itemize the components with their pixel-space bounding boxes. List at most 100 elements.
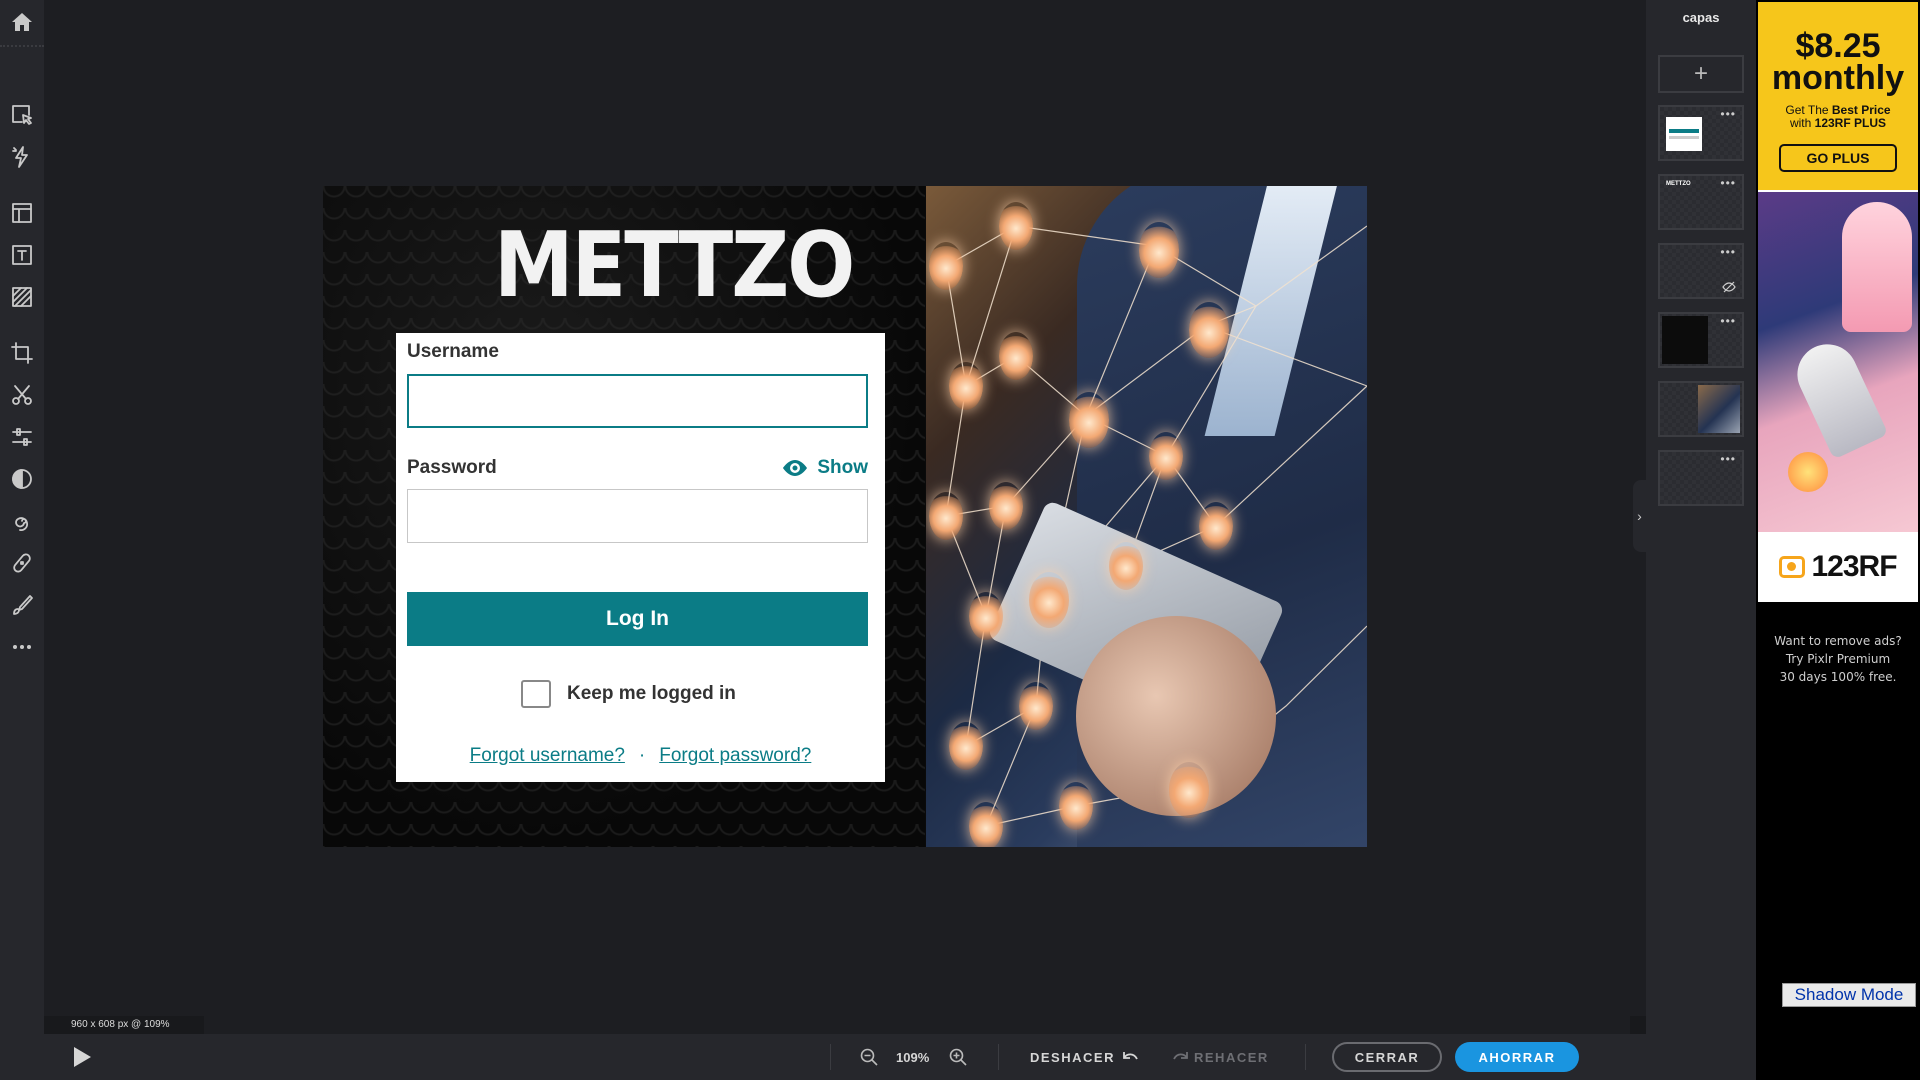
layer-thumb-logo[interactable]: METTZO ••• — [1658, 174, 1744, 230]
brush-tool-icon[interactable] — [6, 589, 38, 621]
adjust-sliders-icon[interactable] — [6, 421, 38, 453]
undo-button[interactable]: DESHACER — [1030, 1034, 1141, 1080]
forgot-username-link[interactable]: Forgot username? — [470, 745, 625, 767]
link-separator: · — [638, 745, 646, 766]
undo-label: DESHACER — [1030, 1049, 1115, 1065]
eye-icon — [783, 460, 808, 476]
keep-logged-in-label: Keep me logged in — [567, 683, 736, 704]
layout-tool-icon[interactable] — [6, 197, 38, 229]
layer-thumb-base[interactable]: ••• — [1658, 450, 1744, 506]
remove-ads-line-3: 30 days 100% free. — [1779, 670, 1897, 684]
save-button[interactable]: AHORRAR — [1455, 1042, 1579, 1072]
password-field[interactable] — [407, 489, 868, 543]
layer-menu-icon[interactable]: ••• — [1720, 108, 1736, 120]
network-node — [929, 492, 963, 540]
fill-pattern-icon[interactable] — [6, 281, 38, 313]
network-node — [1019, 682, 1053, 730]
123rf-logo-icon — [1779, 556, 1806, 578]
undo-arrow-icon — [1123, 1052, 1138, 1060]
network-node — [929, 242, 963, 290]
layer-thumb-network-photo[interactable] — [1658, 381, 1744, 437]
network-node — [969, 592, 1003, 640]
redo-arrow-icon — [1173, 1052, 1188, 1060]
network-node — [1189, 302, 1229, 358]
ad-period: monthly — [1771, 59, 1905, 97]
canvas-size-info: 960 x 608 px @ 109% — [44, 1016, 204, 1034]
artwork-canvas[interactable]: METTZO Username Password Show Log In Kee… — [323, 186, 1367, 847]
remove-ads-line-1: Want to remove ads? — [1774, 634, 1902, 648]
play-icon[interactable] — [72, 1034, 92, 1080]
redo-button[interactable]: REHACER — [1170, 1034, 1269, 1080]
go-plus-button[interactable]: GO PLUS — [1779, 144, 1897, 172]
layer-thumbnail — [1698, 385, 1740, 433]
bottom-bar: 109% DESHACER REHACER CERRAR AHORRAR — [0, 1034, 1756, 1080]
ad-rocket — [1787, 334, 1889, 460]
arrange-tool-icon[interactable] — [6, 99, 38, 131]
show-label: Show — [817, 457, 868, 478]
network-node — [1069, 392, 1109, 448]
heal-bandage-icon[interactable] — [6, 547, 38, 579]
layer-thumbnail — [1666, 117, 1702, 151]
network-node — [1029, 572, 1069, 628]
ad-brand-name: 123RF — [1811, 550, 1897, 583]
ad-girl-figure — [1842, 202, 1912, 332]
more-tools-icon[interactable] — [6, 631, 38, 663]
layer-menu-icon[interactable]: ••• — [1720, 246, 1736, 258]
keep-logged-in-checkbox[interactable] — [521, 680, 551, 708]
bar-divider — [1305, 1044, 1306, 1070]
bar-divider — [830, 1044, 831, 1070]
network-node — [1139, 222, 1179, 278]
layer-thumb-login-form[interactable]: ••• — [1658, 105, 1744, 161]
layer-thumb-dark-background[interactable]: ••• — [1658, 312, 1744, 368]
ad-column: $8.25 monthly Get The Best Price with 12… — [1756, 0, 1920, 1080]
password-label: Password — [407, 457, 497, 478]
username-field[interactable] — [407, 374, 868, 428]
layer-menu-icon[interactable]: ••• — [1720, 453, 1736, 465]
zoom-in-icon[interactable] — [949, 1034, 967, 1080]
layer-menu-icon[interactable]: ••• — [1720, 177, 1736, 189]
hidden-eye-icon[interactable] — [1722, 281, 1736, 293]
liquify-swirl-icon[interactable] — [6, 505, 38, 537]
bar-divider — [998, 1044, 999, 1070]
home-icon[interactable] — [6, 6, 38, 38]
cutout-scissors-icon[interactable] — [6, 379, 38, 411]
ad-sub-prefix: Get The — [1785, 103, 1829, 117]
layers-panel-title: capas — [1682, 10, 1720, 25]
remove-ads-text: Want to remove ads? Try Pixlr Premium 30… — [1756, 632, 1920, 686]
ad-offer: $8.25 monthly Get The Best Price with 12… — [1758, 2, 1918, 190]
network-node — [999, 332, 1033, 380]
remove-ads-line-2: Try Pixlr Premium — [1785, 652, 1891, 666]
add-layer-button[interactable]: + — [1658, 55, 1744, 93]
pixlr-editor: METTZO Username Password Show Log In Kee… — [0, 0, 1920, 1080]
ad-sub-prefix-2: with — [1789, 116, 1812, 130]
ad-illustration — [1758, 192, 1918, 532]
filter-contrast-icon[interactable] — [6, 463, 38, 495]
forgot-password-link[interactable]: Forgot password? — [659, 745, 811, 767]
zoom-level[interactable]: 109% — [896, 1034, 929, 1080]
collapse-panel-chevron-icon[interactable]: › — [1633, 480, 1646, 552]
log-in-button[interactable]: Log In — [407, 592, 868, 646]
ad-subtitle: Get The Best Price with 123RF PLUS — [1758, 104, 1918, 130]
ad-brand: 123RF — [1758, 532, 1918, 602]
username-label: Username — [407, 341, 499, 362]
layer-thumb-hidden[interactable]: ••• — [1658, 243, 1744, 299]
shadow-mode-button[interactable]: Shadow Mode — [1782, 983, 1916, 1007]
dark-background-layer: METTZO Username Password Show Log In Kee… — [323, 186, 925, 847]
zoom-out-icon[interactable] — [860, 1034, 878, 1080]
redo-label: REHACER — [1194, 1049, 1269, 1065]
network-node — [969, 802, 1003, 847]
network-node — [989, 482, 1023, 530]
show-password-toggle[interactable]: Show — [781, 457, 868, 479]
close-button[interactable]: CERRAR — [1332, 1042, 1442, 1072]
crop-tool-icon[interactable] — [6, 337, 38, 369]
layer-menu-icon[interactable]: ••• — [1720, 315, 1736, 327]
quick-select-icon[interactable] — [6, 141, 38, 173]
network-node — [949, 722, 983, 770]
network-node — [1149, 432, 1183, 480]
text-tool-icon[interactable] — [6, 239, 38, 271]
toolbar-divider — [0, 45, 44, 47]
network-node — [1059, 782, 1093, 830]
ad-banner[interactable]: $8.25 monthly Get The Best Price with 12… — [1758, 2, 1918, 602]
login-card: Username Password Show Log In Keep me lo… — [396, 333, 885, 782]
ad-sub-bold-2: 123RF PLUS — [1814, 116, 1887, 130]
